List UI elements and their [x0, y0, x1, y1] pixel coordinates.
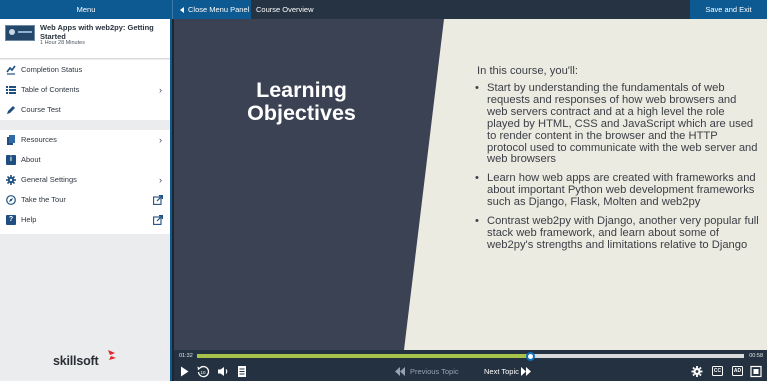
help-icon: ?: [6, 215, 16, 225]
sidebar-item-take-the-tour[interactable]: Take the Tour: [0, 190, 170, 210]
replay-icon[interactable]: 10: [196, 365, 210, 378]
seek-bar-progress: [197, 354, 531, 358]
close-menu-panel-button[interactable]: Close Menu Panel: [172, 0, 251, 19]
menu-panel: Web Apps with web2py: Getting Started 1 …: [0, 19, 172, 381]
chevron-right-icon: ›: [159, 175, 162, 185]
resources-icon: [7, 135, 15, 145]
transcript-icon[interactable]: [235, 365, 249, 378]
list-item: Contrast web2py with Django, another ver…: [475, 215, 759, 252]
sidebar-item-label: Table of Contents: [21, 85, 80, 94]
slide-heading: Learning Objectives: [214, 79, 389, 125]
sidebar-item-help[interactable]: ? Help: [0, 210, 170, 230]
nav-group-secondary: Resources › i About General Settings › T…: [0, 130, 170, 234]
settings-gear-icon[interactable]: [690, 365, 704, 378]
completion-status-icon: [6, 65, 16, 75]
previous-topic-icon[interactable]: [394, 365, 406, 378]
sidebar-item-about[interactable]: i About: [0, 150, 170, 170]
total-time: 00:58: [749, 353, 763, 359]
sidebar-item-label: Take the Tour: [21, 195, 66, 204]
course-thumbnail: [5, 25, 35, 41]
sidebar-item-general-settings[interactable]: General Settings ›: [0, 170, 170, 190]
seek-handle[interactable]: [526, 351, 536, 361]
list-icon: [6, 86, 16, 94]
sidebar-item-course-test[interactable]: Course Test: [0, 100, 170, 120]
save-and-exit-button[interactable]: Save and Exit: [690, 0, 767, 19]
player-controls: 01:32 00:58 10 Previous Topic Next Topic…: [174, 350, 767, 381]
course-player: Menu Close Menu Panel Course Overview Sa…: [0, 0, 767, 381]
play-icon[interactable]: [177, 365, 191, 378]
list-item: Start by understanding the fundamentals …: [475, 82, 759, 166]
info-icon: i: [6, 155, 16, 165]
sidebar-item-label: General Settings: [21, 175, 77, 184]
course-title: Web Apps with web2py: Getting Started: [40, 23, 154, 41]
slide-heading-line-1: Learning: [256, 78, 347, 102]
seek-bar[interactable]: [197, 351, 744, 361]
page-title: Course Overview: [256, 5, 314, 14]
sidebar-item-resources[interactable]: Resources ›: [0, 130, 170, 150]
pencil-icon: [7, 106, 15, 114]
course-duration: 1 Hour 28 Minutes: [40, 40, 85, 46]
list-item: Learn how web apps are created with fram…: [475, 172, 759, 209]
audio-description-button[interactable]: AD: [732, 366, 743, 376]
external-link-icon: [153, 215, 163, 225]
skillsoft-logo: skillsoft: [53, 354, 99, 368]
skillsoft-logo-mark: [108, 350, 116, 360]
sidebar-item-label: Course Test: [21, 105, 61, 114]
sidebar-item-label: About: [21, 155, 41, 164]
gear-icon: [6, 175, 16, 185]
slide-heading-line-2: Objectives: [247, 101, 356, 125]
menu-header: Menu: [0, 0, 172, 19]
sidebar-item-table-of-contents[interactable]: Table of Contents ›: [0, 80, 170, 100]
chevron-right-icon: ›: [159, 135, 162, 145]
nav-group-primary: Completion Status Table of Contents › Co…: [0, 60, 170, 120]
objectives-list: Start by understanding the fundamentals …: [475, 82, 759, 259]
sidebar-item-label: Help: [21, 215, 37, 224]
slide-intro: In this course, you'll:: [477, 65, 579, 77]
external-link-icon: [153, 195, 163, 205]
sidebar-item-label: Resources: [21, 135, 57, 144]
sidebar-item-label: Completion Status: [21, 65, 83, 74]
close-menu-panel-label: Close Menu Panel: [188, 5, 250, 14]
sidebar-item-completion-status[interactable]: Completion Status: [0, 60, 170, 80]
svg-text:10: 10: [200, 370, 206, 375]
current-time: 01:32: [179, 353, 193, 359]
closed-captions-button[interactable]: CC: [712, 366, 723, 376]
slide-area: Learning Objectives In this course, you'…: [174, 19, 767, 350]
next-topic-button[interactable]: Next Topic: [484, 365, 519, 378]
caret-left-icon: [180, 7, 184, 13]
previous-topic-button[interactable]: Previous Topic: [410, 365, 459, 378]
compass-icon: [6, 195, 16, 205]
next-topic-icon[interactable]: [520, 365, 532, 378]
volume-icon[interactable]: [216, 365, 230, 378]
fullscreen-icon[interactable]: [749, 365, 763, 378]
chevron-right-icon: ›: [159, 85, 162, 95]
course-header: Web Apps with web2py: Getting Started 1 …: [0, 19, 170, 59]
top-bar: Menu Close Menu Panel Course Overview Sa…: [0, 0, 767, 19]
slide-dark-panel: [174, 19, 444, 350]
